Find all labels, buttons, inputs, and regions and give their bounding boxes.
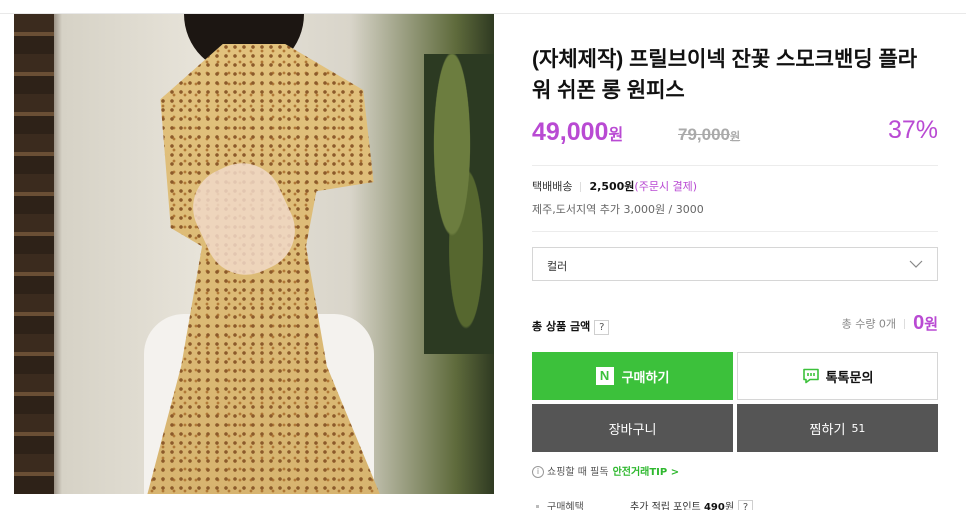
shipping-label: 택배배송 [532,180,573,193]
total-amount-value: 0 [913,312,925,334]
benefit-value: 추가 적립 포인트 490원? [630,498,754,510]
divider [532,165,938,166]
original-price-unit: 원 [730,131,741,143]
shipping-info: 택배배송 2,500원(주문시 결제) [532,178,697,194]
safe-trade-tip: i 쇼핑할 때 필독 안전거래TIP > [532,463,679,478]
separator [904,318,906,329]
color-option-select[interactable]: 컬러 [532,247,938,281]
buy-button-label: 구매하기 [621,370,670,386]
mirror-frame [14,14,54,494]
sale-price-value: 49,000 [532,118,609,146]
info-icon: i [532,466,544,478]
benefit-unit: 원 [724,502,735,510]
product-image[interactable] [14,14,494,494]
help-icon[interactable]: ? [594,319,610,335]
cart-button-label: 장바구니 [608,422,657,438]
price-row: 49,000원 79,000원 37% [532,116,938,150]
total-label-text: 총 상품 금액 [532,320,591,333]
safe-trade-tip-link[interactable]: 안전거래TIP > [613,467,680,478]
discount-rate: 37% [887,116,938,144]
talktalk-label: 톡톡문의 [825,370,874,386]
help-icon[interactable]: ? [738,499,754,510]
total-amount: 0원 [913,312,938,334]
total-amount-unit: 원 [924,316,938,333]
wishlist-count: 51 [851,421,866,435]
sale-price-unit: 원 [608,127,624,144]
talktalk-inquiry-button[interactable]: 톡톡문의 [737,352,938,400]
original-price: 79,000원 [678,125,740,145]
separator [580,182,582,192]
product-title: (자체제작) 프릴브이넥 잔꽃 스모크밴딩 플라워 쉬폰 롱 원피스 [532,48,918,102]
total-quantity: 총 수량 0개 [841,317,897,331]
purchase-benefit: 구매혜택 추가 적립 포인트 490원? [532,498,754,510]
benefit-label: 구매혜택 [547,502,584,510]
total-label: 총 상품 금액? [532,318,610,335]
color-option-label: 컬러 [547,260,568,273]
npay-icon: N [595,367,614,385]
original-price-value: 79,000 [678,125,730,144]
bullet [536,504,539,508]
shipping-condition: (주문시 결제) [634,180,698,193]
sale-price: 49,000원 [532,118,623,147]
chat-bubble-icon [802,368,819,384]
benefit-points: 490 [703,502,725,510]
benefit-text: 추가 적립 포인트 [630,502,701,510]
shipping-extra: 제주,도서지역 추가 3,000원 / 3000 [532,203,704,216]
cart-button[interactable]: 장바구니 [532,404,733,452]
chevron-down-icon [909,260,923,268]
tip-text: 쇼핑할 때 필독 [547,467,609,478]
wishlist-button[interactable]: 찜하기 51 [737,404,938,452]
divider [532,231,938,232]
wishlist-label: 찜하기 [809,422,846,438]
plant-background [424,54,494,354]
total-row: 총 상품 금액? 총 수량 0개 0원 [532,312,938,338]
buy-button[interactable]: N 구매하기 [532,352,733,400]
shipping-fee: 2,500원 [589,180,635,193]
total-summary: 총 수량 0개 0원 [842,312,938,335]
